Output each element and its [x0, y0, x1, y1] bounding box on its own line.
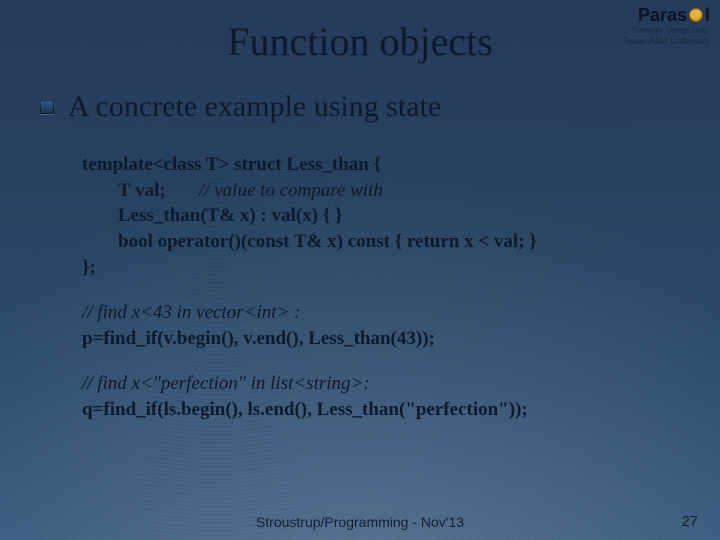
page-number: 27: [681, 513, 698, 530]
subheading-text: A concrete example using state: [68, 90, 441, 124]
code-line: bool operator()(const T& x) const { retu…: [82, 229, 680, 255]
code-line: template<class T> struct Less_than {: [82, 152, 680, 178]
code-line: p=find_if(v.begin(), v.end(), Less_than(…: [82, 326, 680, 352]
code-block: template<class T> struct Less_than { T v…: [82, 152, 680, 423]
code-line: T val; // value to compare with: [82, 178, 680, 204]
code-line: q=find_if(ls.begin(), ls.end(), Less_tha…: [82, 397, 680, 423]
code-line: };: [82, 255, 680, 281]
subheading-row: A concrete example using state: [40, 90, 680, 124]
code-comment: // find x<"perfection" in list<string>:: [82, 371, 680, 397]
code-comment: // value to compare with: [199, 180, 383, 201]
footer-text: Stroustrup/Programming - Nov'13: [0, 514, 720, 530]
code-comment: // find x<43 in vector<int> :: [82, 300, 680, 326]
content-area: A concrete example using state template<…: [40, 90, 680, 423]
code-span: T val;: [118, 180, 166, 201]
square-bullet-icon: [40, 100, 54, 114]
page-title: Function objects: [0, 18, 720, 65]
code-line: Less_than(T& x) : val(x) { }: [82, 203, 680, 229]
